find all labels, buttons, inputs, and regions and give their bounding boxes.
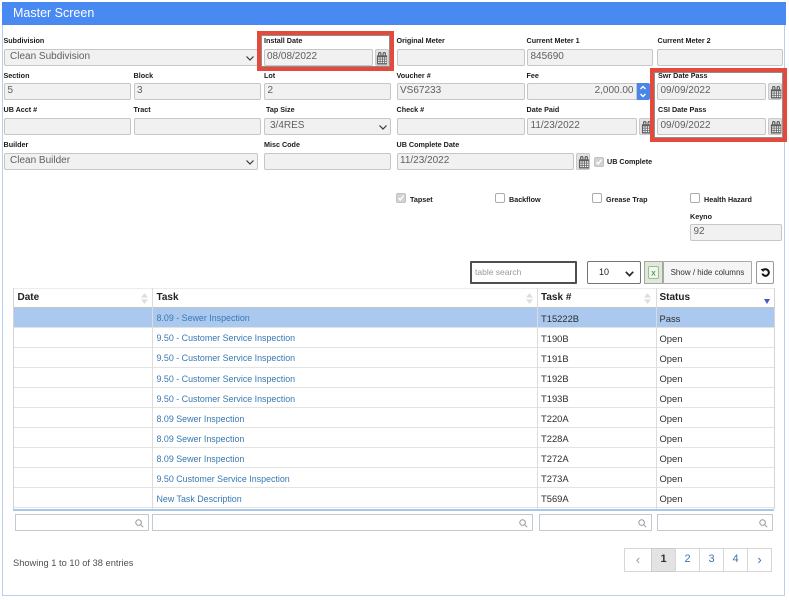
svg-text:x: x [651,269,656,278]
